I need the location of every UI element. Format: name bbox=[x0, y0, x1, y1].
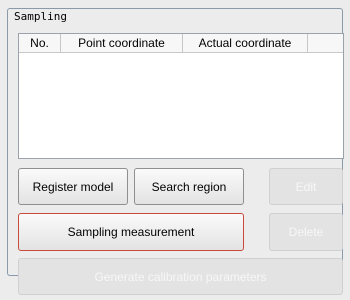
list-header: No. Point coordinate Actual coordinate bbox=[19, 34, 343, 53]
sampling-list[interactable]: No. Point coordinate Actual coordinate bbox=[18, 33, 344, 159]
register-model-button[interactable]: Register model bbox=[18, 168, 128, 205]
edit-button[interactable]: Edit bbox=[269, 168, 343, 205]
sampling-measurement-button[interactable]: Sampling measurement bbox=[18, 213, 244, 251]
column-filler bbox=[308, 34, 343, 52]
delete-button[interactable]: Delete bbox=[269, 213, 343, 251]
column-point-coordinate[interactable]: Point coordinate bbox=[61, 34, 183, 52]
group-title: Sampling bbox=[12, 10, 69, 23]
search-region-button[interactable]: Search region bbox=[134, 168, 244, 205]
sampling-panel: Sampling No. Point coordinate Actual coo… bbox=[0, 0, 350, 300]
column-no[interactable]: No. bbox=[19, 34, 61, 52]
generate-calibration-button[interactable]: Generate calibration parameters bbox=[18, 258, 343, 295]
column-actual-coordinate[interactable]: Actual coordinate bbox=[183, 34, 308, 52]
